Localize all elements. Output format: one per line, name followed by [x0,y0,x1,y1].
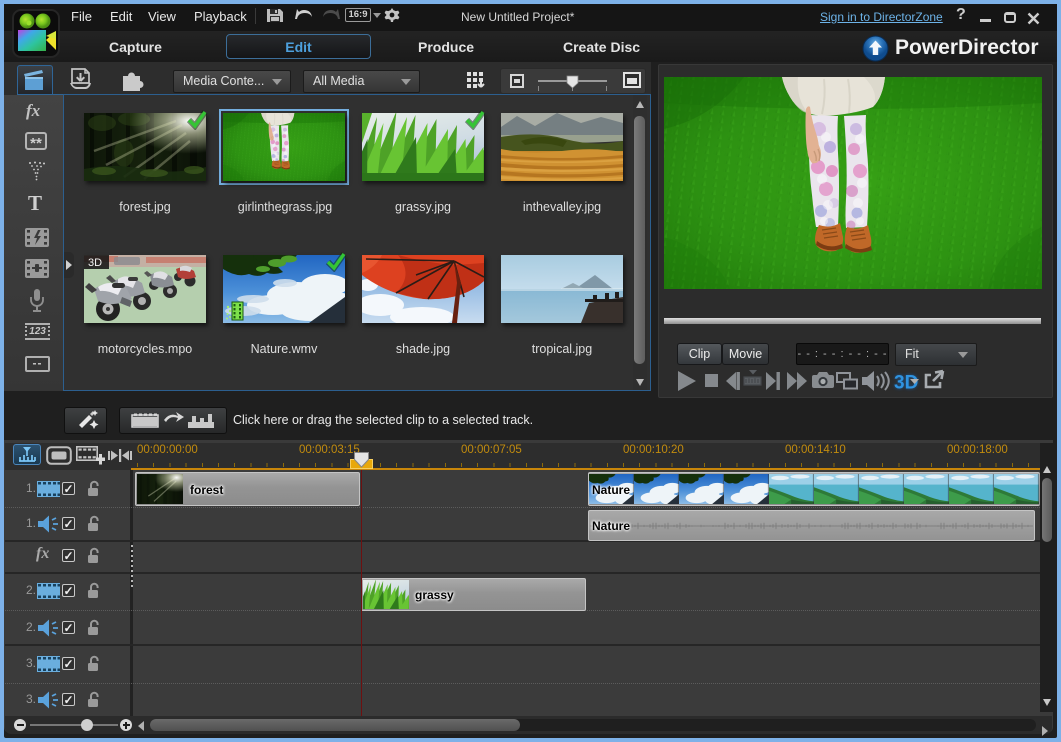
svg-text:3D: 3D [88,257,102,269]
